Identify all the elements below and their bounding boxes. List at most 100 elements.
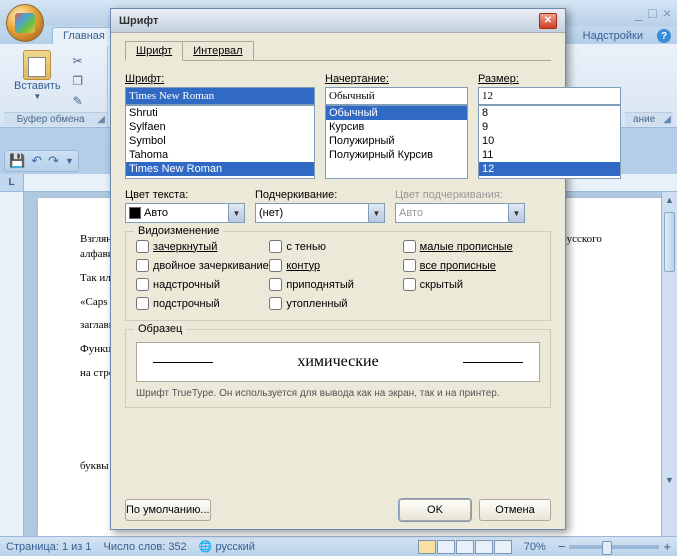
list-item[interactable]: 12 bbox=[479, 162, 620, 176]
office-button[interactable] bbox=[6, 4, 44, 42]
zoom-slider[interactable] bbox=[569, 545, 659, 549]
color-swatch-icon bbox=[129, 207, 141, 219]
styles-group-fragment: ание bbox=[633, 114, 655, 125]
status-lang[interactable]: 🌐 русский bbox=[199, 540, 255, 553]
default-button[interactable]: По умолчанию... bbox=[125, 499, 211, 521]
check-smallcaps[interactable]: малые прописные bbox=[403, 240, 536, 253]
check-outline[interactable]: контур bbox=[269, 259, 402, 272]
office-logo-icon bbox=[15, 13, 35, 33]
effects-legend: Видоизменение bbox=[134, 225, 223, 237]
font-list[interactable]: Shruti Sylfaen Symbol Tahoma Times New R… bbox=[125, 105, 315, 179]
list-item[interactable]: 9 bbox=[479, 120, 620, 134]
ruler-corner[interactable]: L bbox=[0, 174, 24, 191]
check-double-strike[interactable]: двойное зачеркивание bbox=[136, 259, 269, 272]
sample-legend: Образец bbox=[134, 323, 186, 335]
scroll-up-icon[interactable]: ▲ bbox=[662, 192, 677, 208]
underline-color-combo: Авто▼ bbox=[395, 203, 525, 223]
text-color-label: Цвет текста: bbox=[125, 189, 245, 201]
vertical-ruler[interactable] bbox=[0, 192, 24, 536]
style-list[interactable]: Обычный Курсив Полужирный Полужирный Кур… bbox=[325, 105, 468, 179]
maximize-button[interactable]: □ bbox=[648, 5, 656, 21]
chevron-down-icon: ▼ bbox=[508, 204, 524, 222]
font-dialog: Шрифт ✕ Шрифт Интервал Шрифт: Shruti Syl… bbox=[110, 8, 566, 530]
sample-group: Образец химические Шрифт TrueType. Он ис… bbox=[125, 329, 551, 408]
sample-line-icon bbox=[463, 362, 523, 363]
qat-save-icon[interactable]: 💾 bbox=[9, 153, 25, 169]
check-allcaps[interactable]: все прописные bbox=[403, 259, 536, 272]
format-painter-button[interactable]: ✎ bbox=[69, 92, 87, 110]
font-input[interactable] bbox=[125, 87, 315, 105]
cancel-button[interactable]: Отмена bbox=[479, 499, 551, 521]
size-list[interactable]: 8 9 10 11 12 bbox=[478, 105, 621, 179]
check-engrave[interactable]: утопленный bbox=[269, 297, 402, 310]
list-item[interactable]: Полужирный Курсив bbox=[326, 148, 467, 162]
list-item[interactable]: 8 bbox=[479, 106, 620, 120]
qat-customize-icon[interactable]: ▼ bbox=[65, 156, 74, 166]
styles-launcher-icon[interactable]: ◢ bbox=[663, 114, 671, 125]
style-input[interactable] bbox=[325, 87, 468, 105]
list-item[interactable]: Sylfaen bbox=[126, 120, 314, 134]
chevron-down-icon: ▼ bbox=[228, 204, 244, 222]
close-button[interactable]: × bbox=[663, 5, 671, 21]
font-hint: Шрифт TrueType. Он используется для выво… bbox=[136, 388, 540, 399]
quick-access-toolbar: 💾 ↶ ↷ ▼ bbox=[4, 150, 79, 172]
check-emboss[interactable]: приподнятый bbox=[269, 278, 402, 291]
dialog-title: Шрифт bbox=[119, 15, 158, 27]
minimize-button[interactable]: _ bbox=[635, 5, 643, 21]
tab-font[interactable]: Шрифт bbox=[125, 41, 183, 61]
dialog-title-bar[interactable]: Шрифт ✕ bbox=[111, 9, 565, 33]
size-input[interactable] bbox=[478, 87, 621, 105]
underline-color-label: Цвет подчеркивания: bbox=[395, 189, 525, 201]
zoom-in-button[interactable]: + bbox=[663, 539, 671, 554]
status-page[interactable]: Страница: 1 из 1 bbox=[6, 541, 92, 553]
underline-combo[interactable]: (нет)▼ bbox=[255, 203, 385, 223]
check-superscript[interactable]: надстрочный bbox=[136, 278, 269, 291]
list-item[interactable]: Shruti bbox=[126, 106, 314, 120]
view-buttons bbox=[418, 540, 512, 554]
ok-button[interactable]: OK bbox=[399, 499, 471, 521]
check-subscript[interactable]: подстрочный bbox=[136, 297, 269, 310]
list-item[interactable]: Курсив bbox=[326, 120, 467, 134]
vertical-scrollbar[interactable]: ▲ ▼ bbox=[661, 192, 677, 536]
scroll-down-icon[interactable]: ▼ bbox=[662, 472, 677, 488]
paste-button[interactable]: Вставить ▼ bbox=[10, 48, 65, 110]
text-color-combo[interactable]: Авто▼ bbox=[125, 203, 245, 223]
tab-spacing[interactable]: Интервал bbox=[182, 41, 253, 60]
status-bar: Страница: 1 из 1 Число слов: 352 🌐 русск… bbox=[0, 536, 677, 556]
check-hidden[interactable]: скрытый bbox=[403, 278, 536, 291]
style-label: Начертание: bbox=[325, 73, 468, 85]
status-words[interactable]: Число слов: 352 bbox=[104, 541, 187, 553]
tab-home[interactable]: Главная bbox=[52, 27, 116, 44]
list-item[interactable]: Обычный bbox=[326, 106, 467, 120]
effects-group: Видоизменение зачеркнутый с тенью малые … bbox=[125, 231, 551, 321]
list-item[interactable]: Tahoma bbox=[126, 148, 314, 162]
clipboard-launcher-icon[interactable]: ◢ bbox=[97, 114, 105, 125]
check-strikethrough[interactable]: зачеркнутый bbox=[136, 240, 269, 253]
tab-addins[interactable]: Надстройки bbox=[573, 28, 653, 44]
view-print-layout[interactable] bbox=[418, 540, 436, 554]
cut-button[interactable]: ✂ bbox=[69, 52, 87, 70]
view-full-screen[interactable] bbox=[437, 540, 455, 554]
check-shadow[interactable]: с тенью bbox=[269, 240, 402, 253]
scrollbar-thumb[interactable] bbox=[664, 212, 675, 272]
zoom-level[interactable]: 70% bbox=[524, 541, 546, 553]
list-item[interactable]: Times New Roman bbox=[126, 162, 314, 176]
copy-button[interactable]: ❐ bbox=[69, 72, 87, 90]
paste-label: Вставить bbox=[14, 80, 61, 92]
dialog-tabs: Шрифт Интервал bbox=[125, 41, 551, 61]
list-item[interactable]: 11 bbox=[479, 148, 620, 162]
list-item[interactable]: 10 bbox=[479, 134, 620, 148]
zoom-out-button[interactable]: − bbox=[558, 539, 566, 554]
help-icon[interactable]: ? bbox=[657, 29, 671, 43]
qat-undo-icon[interactable]: ↶ bbox=[31, 153, 42, 169]
view-outline[interactable] bbox=[475, 540, 493, 554]
dialog-close-button[interactable]: ✕ bbox=[539, 13, 557, 29]
qat-redo-icon[interactable]: ↷ bbox=[48, 153, 59, 169]
chevron-down-icon: ▼ bbox=[368, 204, 384, 222]
clipboard-group-label: Буфер обмена bbox=[17, 114, 85, 125]
list-item[interactable]: Symbol bbox=[126, 134, 314, 148]
view-draft[interactable] bbox=[494, 540, 512, 554]
list-item[interactable]: Полужирный bbox=[326, 134, 467, 148]
underline-label: Подчеркивание: bbox=[255, 189, 385, 201]
view-web[interactable] bbox=[456, 540, 474, 554]
